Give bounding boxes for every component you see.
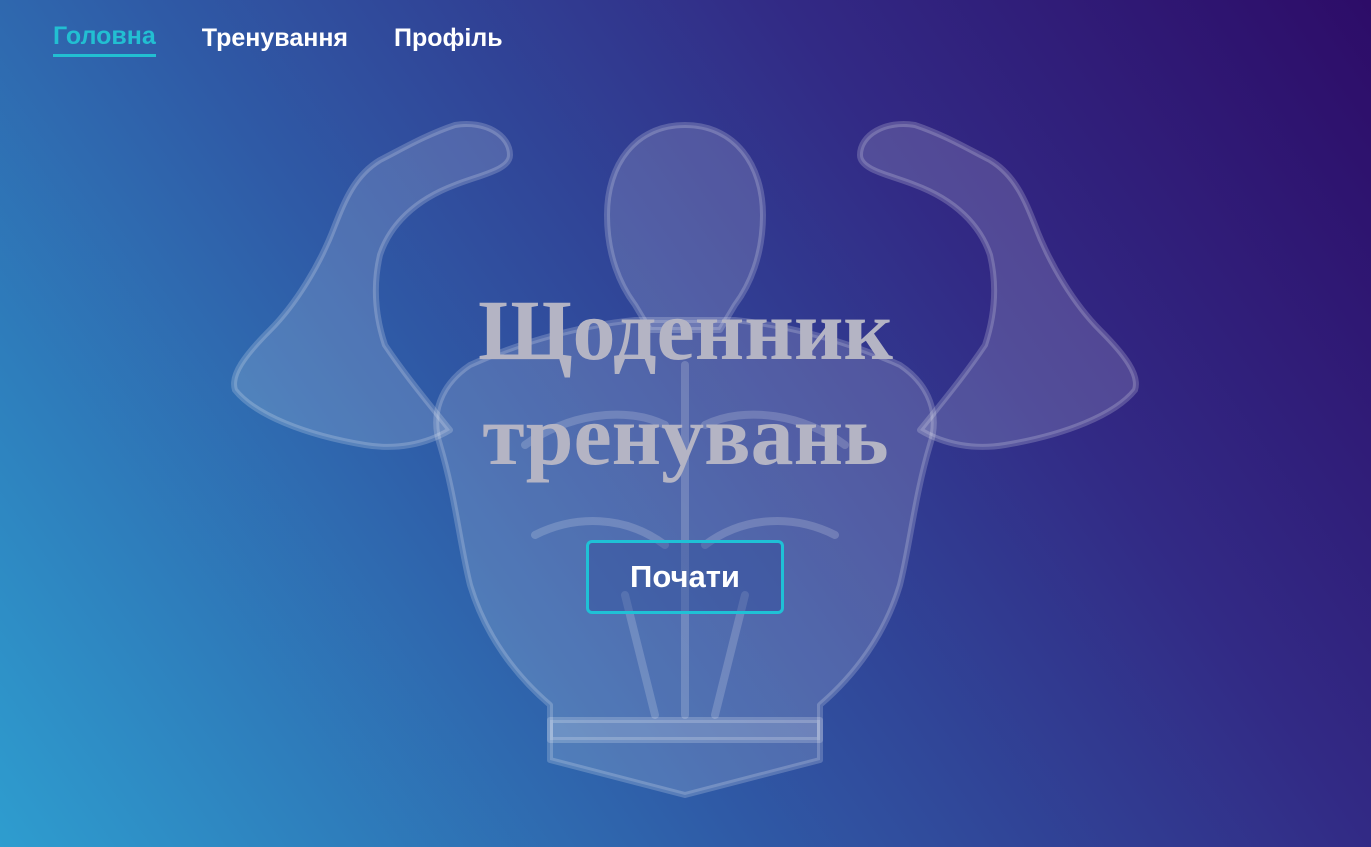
hero-title: Щоденник тренувань (0, 278, 1371, 488)
main-nav: Головна Тренування Профіль (53, 20, 503, 57)
nav-link-workouts[interactable]: Тренування (202, 22, 348, 56)
nav-link-profile[interactable]: Профіль (394, 22, 503, 56)
hero-title-line-1: Щоденник (478, 282, 893, 378)
nav-link-home[interactable]: Головна (53, 20, 156, 57)
hero-title-line-2: тренувань (482, 387, 889, 483)
start-button[interactable]: Почати (586, 540, 784, 614)
